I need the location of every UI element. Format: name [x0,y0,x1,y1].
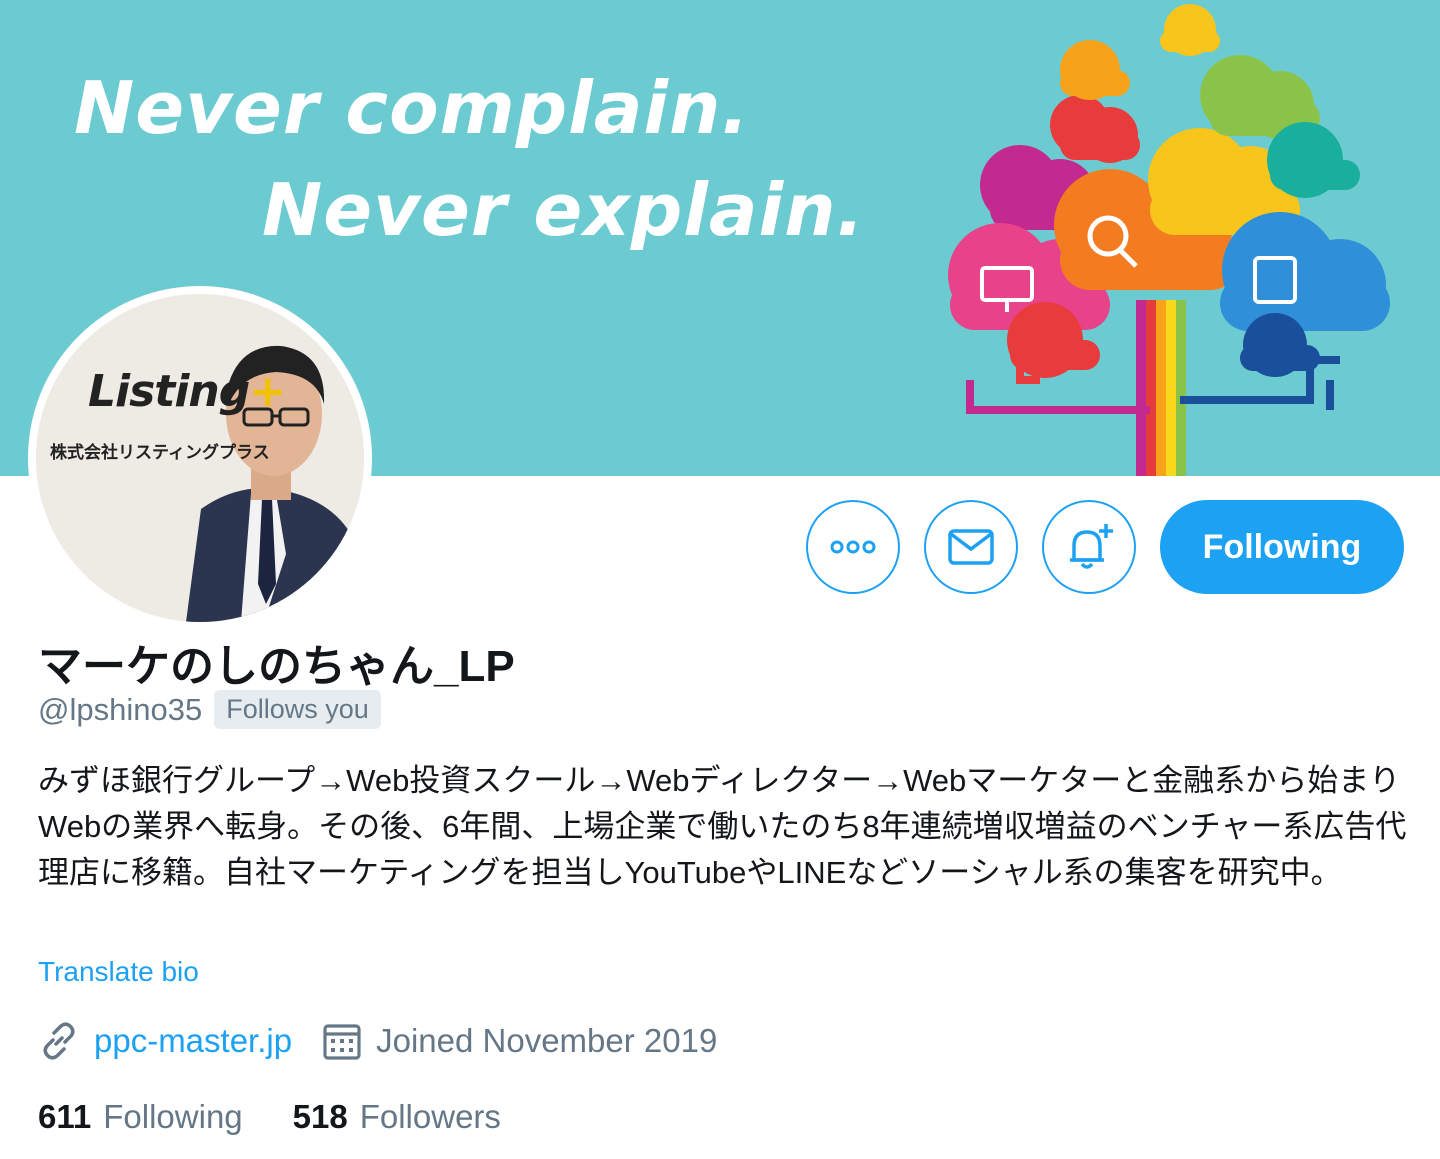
followers-label: Followers [359,1098,501,1135]
joined-date: Joined November 2019 [376,1022,718,1059]
profile-avatar[interactable]: Listing+ 株式会社リスティングプラス [28,286,372,630]
avatar-logo: Listing+ [88,366,286,417]
website-item: ppc-master.jp [38,1020,292,1062]
joined-item: Joined November 2019 [322,1021,717,1061]
calendar-icon [323,1024,361,1060]
following-count: 611 [38,1098,92,1135]
following-button[interactable]: Following [1160,500,1404,594]
followers-count: 518 [292,1098,348,1135]
more-options-button[interactable] [806,500,900,594]
cloud-blue [1220,212,1390,377]
profile-bio: みずほ銀行グループ→Web投資スクール→Webディレクター→Webマーケターと金… [38,763,1407,890]
banner-text-line-1: Never complain. [74,66,750,150]
translate-bio-link[interactable]: Translate bio [38,956,199,988]
more-horizontal-icon [830,540,876,554]
link-icon [43,1022,75,1060]
followers-stat[interactable]: 518 Followers [293,1098,501,1136]
user-handle: @lpshino35 [38,691,203,727]
follow-stats: 611 Following 518 Followers [38,1098,501,1136]
website-link[interactable]: ppc-master.jp [94,1022,292,1060]
cloud-tree-illustration [948,4,1390,476]
notifications-button[interactable] [1042,500,1136,594]
following-stat[interactable]: 611 Following [38,1098,243,1136]
banner-text-line-2: Never explain. [262,168,865,252]
profile-meta: ppc-master.jp Joined November 2019 [38,1020,747,1062]
display-name: マーケのしのちゃん_LP [38,642,515,691]
following-label: Following [103,1098,243,1135]
follows-you-badge: Follows you [214,690,381,729]
envelope-icon [948,529,994,565]
message-button[interactable] [924,500,1018,594]
handle-row: @lpshino35 Follows you [38,690,381,729]
bell-plus-icon [1070,524,1113,569]
avatar-logo-subtitle: 株式会社リスティングプラス [50,443,270,462]
